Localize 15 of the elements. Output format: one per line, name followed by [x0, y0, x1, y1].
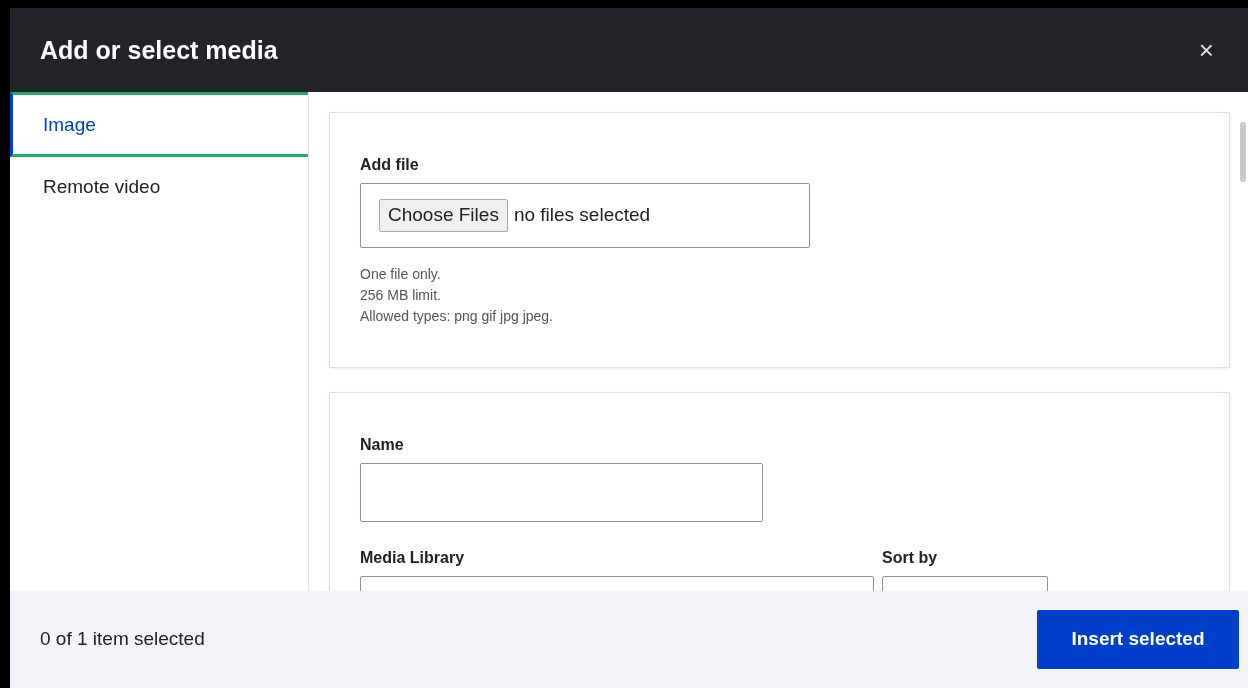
- selection-count: 0 of 1 item selected: [40, 627, 205, 652]
- field-label: Name: [360, 435, 405, 455]
- help-text: Allowed types: png gif jpg jpeg.: [360, 307, 554, 326]
- field-label: Sort by: [882, 548, 939, 568]
- name-input[interactable]: [360, 463, 763, 522]
- scrollbar[interactable]: [1240, 122, 1246, 182]
- field-label: Media Library: [360, 548, 466, 568]
- field-label: Add file: [360, 155, 420, 175]
- help-text: 256 MB limit.: [360, 286, 442, 305]
- help-text: One file only.: [360, 265, 442, 284]
- sidebar-tab[interactable]: Image: [10, 92, 308, 157]
- close-button[interactable]: ×: [1194, 37, 1218, 63]
- file-input[interactable]: Choose Files no files selected: [360, 183, 810, 248]
- dialog-title: Add or select media: [40, 35, 278, 65]
- insert-selected-button[interactable]: Insert selected: [1037, 610, 1239, 669]
